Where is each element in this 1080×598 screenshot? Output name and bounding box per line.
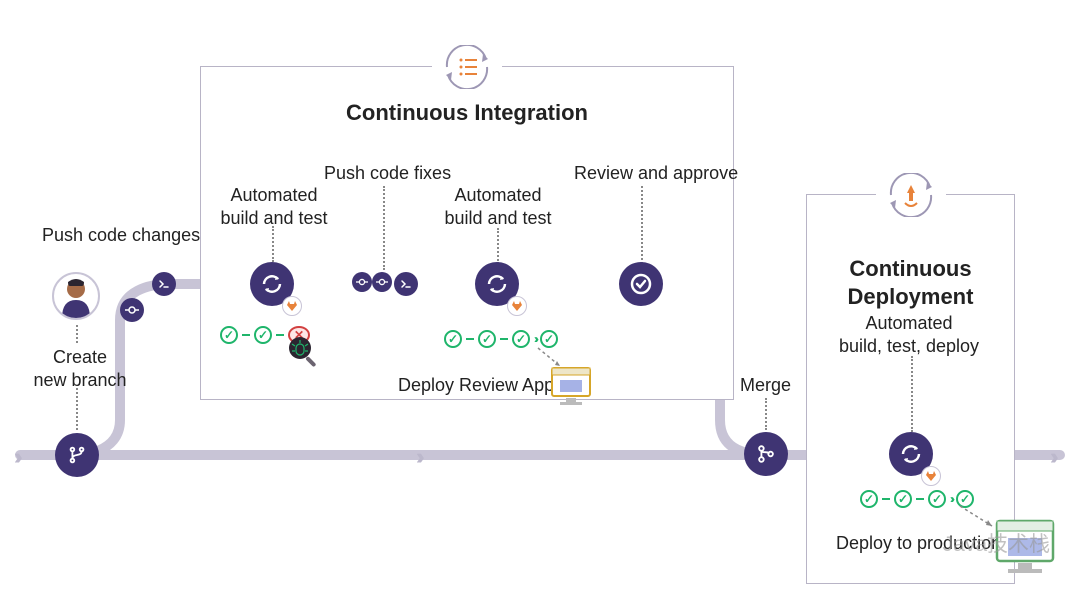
review-approve-label: Review and approve <box>574 162 738 185</box>
check-icon: ✓ <box>860 490 878 508</box>
gitlab-badge-icon <box>921 466 941 486</box>
push-fixes-label: Push code fixes <box>324 162 451 185</box>
chevron-icon: ›› <box>14 444 17 470</box>
push-changes-label: Push code changes <box>42 224 200 247</box>
watermark: Java技术栈 <box>943 528 1050 558</box>
branch-node <box>55 433 99 477</box>
review-app-monitor-icon <box>550 366 592 404</box>
deploy-review-label: Deploy Review App <box>398 374 554 397</box>
commit-node <box>372 272 392 292</box>
check-icon: ✓ <box>220 326 238 344</box>
terminal-node <box>394 272 418 296</box>
dotted-line <box>76 388 78 430</box>
chevron-icon: ›› <box>416 444 419 470</box>
cd-cycle-icon <box>876 171 946 219</box>
ci-section: Continuous Integration <box>200 66 734 400</box>
review-node <box>619 262 663 306</box>
commit-node <box>120 298 144 322</box>
gitlab-badge-icon <box>507 296 527 316</box>
pipeline-status-3: ✓ ✓ ✓ ›› ✓ <box>860 490 974 508</box>
dotted-line <box>641 186 643 264</box>
auto-build-test-2-label: Automated build and test <box>438 184 558 229</box>
chevron-icon: ›› <box>534 332 536 346</box>
check-icon: ✓ <box>894 490 912 508</box>
cd-title: Continuous Deployment <box>807 255 1014 310</box>
bug-magnifier-icon <box>286 334 322 370</box>
dotted-line <box>272 226 274 262</box>
dotted-line <box>911 356 913 432</box>
auto-build-test-1-label: Automated build and test <box>214 184 334 229</box>
merge-node <box>744 432 788 476</box>
dotted-line <box>497 228 499 264</box>
chevron-icon: ›› <box>950 492 952 506</box>
dotted-line <box>76 325 78 343</box>
merge-label: Merge <box>740 374 791 397</box>
terminal-node <box>152 272 176 296</box>
user-avatar <box>52 272 100 320</box>
ci-title: Continuous Integration <box>201 99 733 127</box>
check-icon: ✓ <box>478 330 496 348</box>
check-icon: ✓ <box>444 330 462 348</box>
gitlab-badge-icon <box>282 296 302 316</box>
commit-node <box>352 272 372 292</box>
check-icon: ✓ <box>928 490 946 508</box>
dotted-line <box>383 186 385 270</box>
auto-btd-label: Automated build, test, deploy <box>834 312 984 357</box>
chevron-icon: ›› <box>1050 444 1053 470</box>
create-branch-label: Create new branch <box>30 346 130 391</box>
check-icon: ✓ <box>254 326 272 344</box>
check-icon: ✓ <box>512 330 530 348</box>
ci-cycle-icon <box>432 43 502 91</box>
dotted-line <box>765 398 767 430</box>
